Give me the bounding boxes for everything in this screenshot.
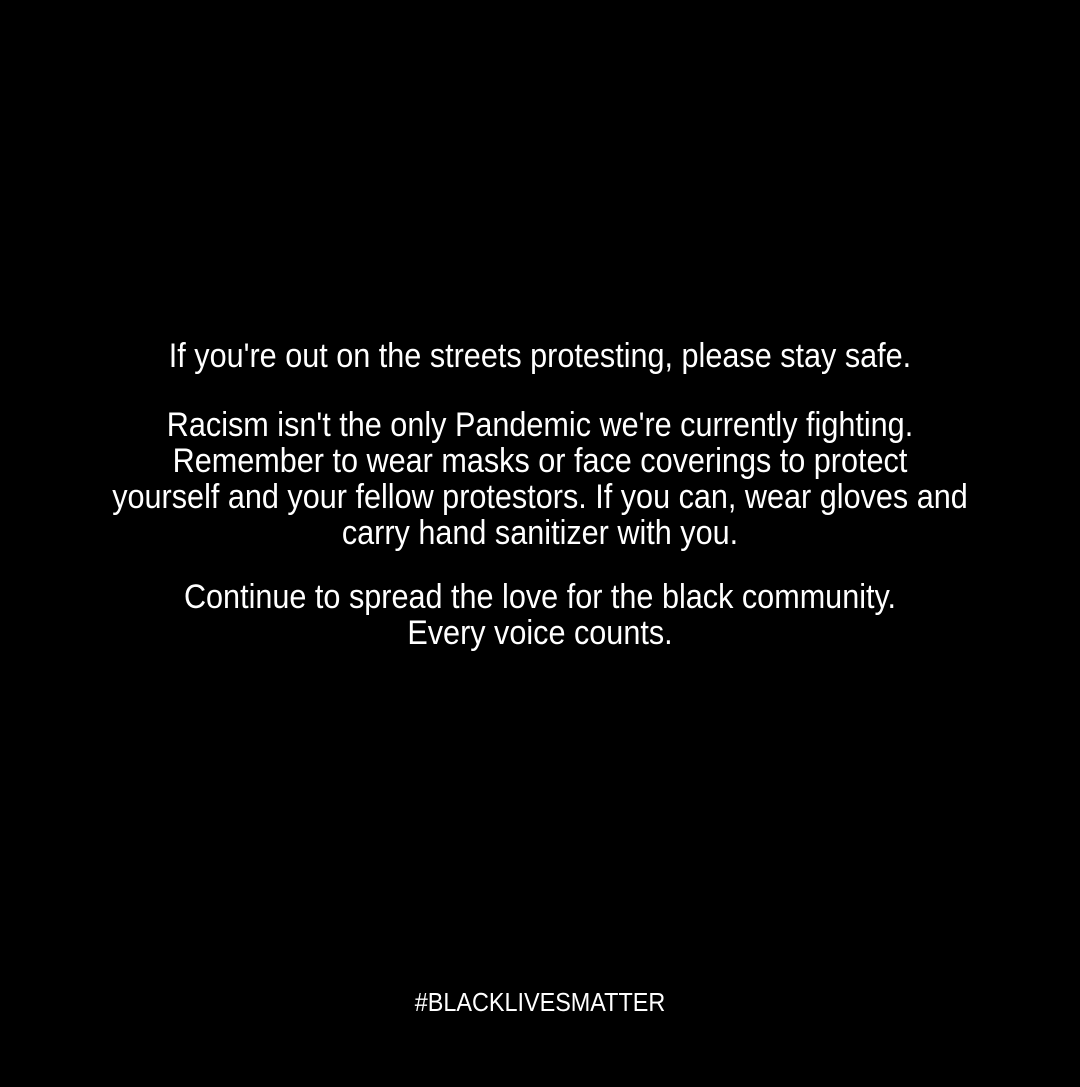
pandemic-line-2: Remember to wear masks or face coverings…	[172, 442, 908, 480]
message-body: If you're out on the streets protesting,…	[0, 338, 1080, 651]
pandemic-line-1: Racism isn't the only Pandemic we're cur…	[166, 406, 914, 444]
community-line-1: Continue to spread the love for the blac…	[183, 578, 897, 616]
hashtag-text: #BLACKLIVESMATTER	[414, 987, 666, 1017]
pandemic-line-4: carry hand sanitizer with you.	[341, 514, 739, 552]
stay-safe-line: If you're out on the streets protesting,…	[168, 337, 912, 375]
post-canvas: If you're out on the streets protesting,…	[0, 0, 1080, 1087]
pandemic-line-3: yourself and your fellow protestors. If …	[112, 478, 968, 516]
community-line-2: Every voice counts.	[407, 614, 673, 652]
